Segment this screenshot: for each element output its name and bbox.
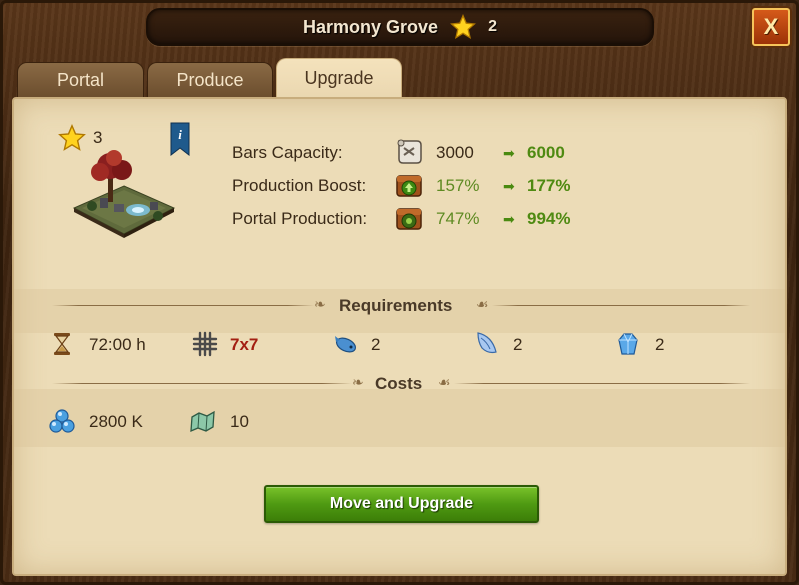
flourish-ornament: ☙ (438, 374, 451, 390)
hourglass-icon (54, 333, 70, 355)
flourish-ornament: ☙ (476, 296, 489, 312)
svg-text:i: i (178, 127, 182, 142)
stat-old-value: 157% (436, 176, 480, 195)
building-level: 3 (93, 128, 103, 147)
scroll-icon (397, 139, 422, 164)
requirements-title: Requirements (339, 296, 453, 315)
flourish-ornament: ❧ (314, 296, 326, 312)
divider-line (52, 383, 352, 384)
cost-value: 10 (230, 412, 249, 431)
stat-old-value: 747% (436, 209, 480, 228)
stat-old-value: 3000 (436, 143, 474, 162)
requirement-value: 72:00 h (89, 335, 146, 354)
star-icon (450, 14, 477, 39)
requirement-value: 7x7 (230, 335, 259, 354)
arrow-right-icon: ➡ (503, 211, 515, 227)
tab-label: Produce (176, 70, 244, 90)
stat-label: Bars Capacity: (232, 143, 343, 162)
flourish-ornament: ❧ (352, 374, 364, 390)
crystal-icon (618, 333, 638, 355)
divider-line (492, 305, 750, 306)
stat-label: Production Boost: (232, 176, 367, 195)
arrow-right-icon: ➡ (503, 178, 515, 194)
requirement-value: 2 (371, 335, 381, 354)
tab-label: Upgrade (304, 68, 374, 88)
tab-portal[interactable]: Portal (17, 62, 144, 98)
costs-title: Costs (375, 374, 423, 393)
wing-icon (477, 332, 497, 354)
window-title: Harmony Grove (303, 16, 439, 37)
star-count: 2 (488, 18, 497, 35)
blue-fish-icon (335, 336, 357, 353)
cost-value: 2800 K (89, 412, 143, 431)
orb-cluster-icon (49, 409, 75, 433)
tab-label: Portal (56, 70, 105, 90)
divider-line (454, 383, 750, 384)
boost-chest-icon (396, 175, 422, 197)
stat-new-value: 6000 (527, 143, 565, 162)
close-button[interactable]: X (752, 8, 790, 46)
tab-upgrade[interactable]: Upgrade (276, 58, 402, 98)
divider-line (52, 305, 314, 306)
stat-label: Portal Production: (232, 209, 368, 228)
tab-produce[interactable]: Produce (147, 62, 273, 98)
requirement-value: 2 (655, 335, 665, 354)
requirement-value: 2 (513, 335, 523, 354)
move-and-upgrade-button[interactable]: Move and Upgrade (264, 485, 539, 523)
portal-chest-icon (396, 208, 422, 230)
stat-new-value: 177% (527, 176, 571, 195)
arrow-right-icon: ➡ (503, 145, 515, 161)
title-bar: Harmony Grove 2 (146, 8, 654, 46)
stat-new-value: 994% (527, 209, 571, 228)
grid-size-icon (192, 331, 218, 357)
map-icon (190, 410, 215, 433)
harmony-grove-building-image (72, 150, 176, 238)
